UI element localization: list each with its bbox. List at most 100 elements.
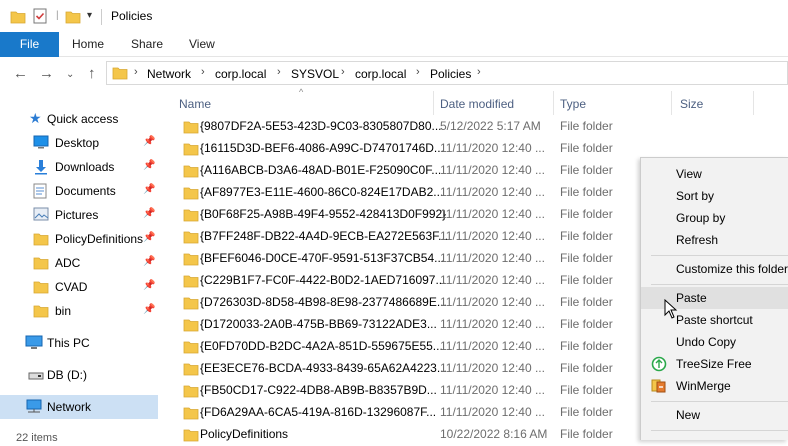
up-icon[interactable]: ↑ xyxy=(88,65,96,82)
menu-item-view[interactable]: View xyxy=(641,163,788,185)
tab-view[interactable]: View xyxy=(189,32,215,57)
pin-icon[interactable]: 📌 xyxy=(143,232,155,243)
file-type: File folder xyxy=(560,185,613,199)
file-name: {AF8977E3-E11E-4600-86C0-824E17DAB2... xyxy=(200,185,444,199)
nav-quick-access-label: Quick access xyxy=(47,112,119,126)
desktop-icon xyxy=(33,135,49,152)
file-name: {BFEF6046-D0CE-470F-9591-513F37CB54... xyxy=(200,251,445,265)
menu-item-sort-by[interactable]: Sort by xyxy=(641,185,788,207)
nav-item-label: Downloads xyxy=(55,160,115,174)
menu-item-label: TreeSize Free xyxy=(676,357,752,371)
chevron-right-icon[interactable]: › xyxy=(277,66,281,78)
file-type: File folder xyxy=(560,119,613,133)
breadcrumb-network[interactable]: Network xyxy=(147,67,191,81)
chevron-right-icon[interactable]: › xyxy=(201,66,205,78)
file-name: {B7FF248F-DB22-4A4D-9ECB-EA272E563F... xyxy=(200,229,449,243)
column-divider[interactable] xyxy=(433,91,434,115)
nav-drive-db[interactable]: DB (D:) xyxy=(0,363,160,387)
chevron-right-icon[interactable]: › xyxy=(416,66,420,78)
nav-item-label: Documents xyxy=(55,184,116,198)
chevron-right-icon[interactable]: › xyxy=(477,66,481,78)
file-type: File folder xyxy=(560,207,613,221)
pin-icon[interactable]: 📌 xyxy=(143,304,155,315)
column-name[interactable]: Name xyxy=(179,97,211,111)
back-icon[interactable]: ← xyxy=(13,65,28,82)
file-date: 11/11/2020 12:40 ... xyxy=(440,207,545,221)
file-row[interactable]: {9807DF2A-5E53-423D-9C03-8305807D80... 5/… xyxy=(178,115,778,137)
nav-item-downloads[interactable]: Downloads 📌 xyxy=(0,155,160,179)
nav-item-cvad[interactable]: CVAD 📌 xyxy=(0,275,160,299)
nav-item-pictures[interactable]: Pictures 📌 xyxy=(0,203,160,227)
column-divider[interactable] xyxy=(671,91,672,115)
file-row[interactable]: {16115D3D-BEF6-4086-A99C-D74701746D... 11… xyxy=(178,137,778,159)
nav-item-label: ADC xyxy=(55,256,81,270)
menu-item-label: Paste shortcut xyxy=(676,313,753,327)
menu-item-group-by[interactable]: Group by xyxy=(641,207,788,229)
customize-toolbar-icon[interactable]: ▾ xyxy=(87,10,92,21)
breadcrumb-corp-local[interactable]: corp.local xyxy=(215,67,266,81)
nav-quick-access[interactable]: ★ Quick access xyxy=(0,107,160,131)
address-bar[interactable]: › Network › corp.local › SYSVOL › corp.l… xyxy=(106,61,788,85)
nav-item-adc[interactable]: ADC 📌 xyxy=(0,251,160,275)
nav-this-pc[interactable]: This PC xyxy=(0,331,160,355)
folder-icon xyxy=(183,273,199,292)
winmerge-icon xyxy=(651,378,667,397)
file-date: 10/22/2022 8:16 AM xyxy=(440,427,548,441)
menu-item-refresh[interactable]: Refresh xyxy=(641,229,788,251)
file-type: File folder xyxy=(560,339,613,353)
nav-item-policydefinitions[interactable]: PolicyDefinitions 📌 xyxy=(0,227,160,251)
chevron-right-icon: › xyxy=(134,66,138,78)
file-date: 11/11/2020 12:40 ... xyxy=(440,185,545,199)
menu-item-undo-copy[interactable]: Undo Copy xyxy=(641,331,788,353)
pin-icon[interactable]: 📌 xyxy=(143,184,155,195)
tab-file[interactable]: File xyxy=(0,32,59,57)
file-name: {C229B1F7-FC0F-4422-B0D2-1AED716097... xyxy=(200,273,446,287)
pin-icon[interactable]: 📌 xyxy=(143,136,155,147)
folder-icon xyxy=(33,279,49,298)
new-folder-icon[interactable] xyxy=(65,9,81,25)
column-date[interactable]: Date modified xyxy=(440,97,514,111)
breadcrumb-policies[interactable]: Policies xyxy=(430,67,471,81)
folder-icon xyxy=(183,141,199,160)
ribbon: File Home Share View xyxy=(0,32,788,57)
breadcrumb-sysvol[interactable]: SYSVOL xyxy=(291,67,339,81)
menu-item-customize[interactable]: Customize this folder xyxy=(641,258,788,280)
column-divider[interactable] xyxy=(753,91,754,115)
folder-icon xyxy=(183,405,199,424)
forward-icon[interactable]: → xyxy=(39,65,54,82)
menu-separator xyxy=(651,430,788,431)
tab-share[interactable]: Share xyxy=(131,32,163,57)
file-type: File folder xyxy=(560,163,613,177)
recent-locations-icon[interactable]: ⌄ xyxy=(66,69,74,80)
file-date: 11/11/2020 12:40 ... xyxy=(440,141,545,155)
column-size[interactable]: Size xyxy=(680,97,703,111)
menu-item-winmerge[interactable]: WinMerge xyxy=(641,375,788,397)
properties-icon[interactable] xyxy=(33,8,47,27)
column-type[interactable]: Type xyxy=(560,97,586,111)
breadcrumb-corp-local-2[interactable]: corp.local xyxy=(355,67,406,81)
treesize-icon xyxy=(651,356,667,375)
menu-item-label: Refresh xyxy=(676,233,719,247)
nav-network[interactable]: Network xyxy=(0,395,158,419)
nav-item-desktop[interactable]: Desktop 📌 xyxy=(0,131,160,155)
file-date: 11/11/2020 12:40 ... xyxy=(440,317,545,331)
pin-icon[interactable]: 📌 xyxy=(143,208,155,219)
chevron-right-icon[interactable]: › xyxy=(341,66,345,78)
file-name: {A116ABCB-D3A6-48AD-B01E-F25090C0F... xyxy=(200,163,442,177)
column-divider[interactable] xyxy=(553,91,554,115)
nav-item-documents[interactable]: Documents 📌 xyxy=(0,179,160,203)
file-name: {9807DF2A-5E53-423D-9C03-8305807D80... xyxy=(200,119,442,133)
pin-icon[interactable]: 📌 xyxy=(143,160,155,171)
title-separator xyxy=(101,9,102,25)
file-type: File folder xyxy=(560,405,613,419)
pin-icon[interactable]: 📌 xyxy=(143,280,155,291)
folder-icon xyxy=(183,383,199,402)
folder-icon xyxy=(183,295,199,314)
nav-this-pc-label: This PC xyxy=(47,336,90,350)
tab-home[interactable]: Home xyxy=(72,32,104,57)
menu-item-treesize[interactable]: TreeSize Free xyxy=(641,353,788,375)
pin-icon[interactable]: 📌 xyxy=(143,256,155,267)
menu-item-new[interactable]: New xyxy=(641,404,788,426)
nav-item-bin[interactable]: bin 📌 xyxy=(0,299,160,323)
file-name: {B0F68F25-A98B-49F4-9552-428413D0F992} xyxy=(200,207,447,221)
